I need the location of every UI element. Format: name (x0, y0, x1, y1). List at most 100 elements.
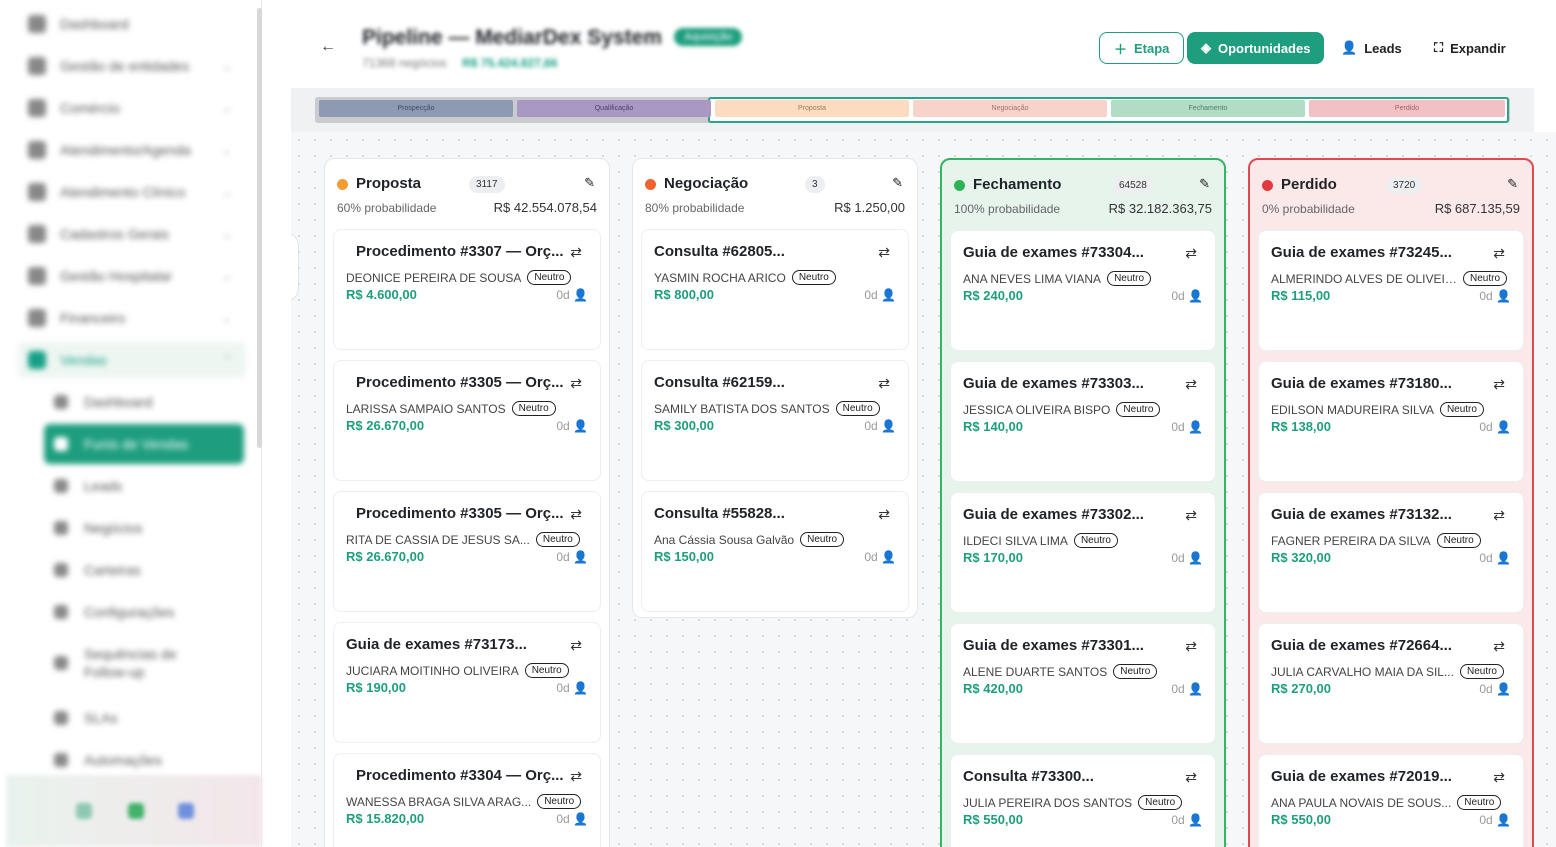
deal-card[interactable]: Procedimento #3305 — Orç... ⇄ LARISSA SAMP… (333, 360, 601, 481)
deal-card[interactable]: Guia de exames #73180... ⇄ EDILSON MADUREI… (1258, 361, 1524, 482)
user-icon: 👤 (1188, 551, 1203, 565)
move-stage-icon[interactable]: ⇄ (570, 375, 582, 392)
pipeline-badge: Aquisição (674, 28, 743, 46)
stage-chip-perdido[interactable]: Perdido (1309, 100, 1505, 117)
move-stage-icon[interactable]: ⇄ (878, 244, 890, 261)
sidebar-item-comercio[interactable]: Comércio ⌄ (18, 90, 246, 126)
deal-contact: Ana Cássia Sousa Galvão Neutro (654, 532, 845, 547)
move-stage-icon[interactable]: ⇄ (1493, 376, 1505, 393)
move-stage-icon[interactable]: ⇄ (1185, 245, 1197, 262)
stage-chip-prospeccao[interactable]: Prospecção (319, 100, 513, 117)
deal-title: Guia de exames #73303... (963, 375, 1144, 392)
sidebar-item-atendimento-agenda[interactable]: Atendimento/Agenda ⌄ (18, 132, 246, 168)
column-perdido[interactable]: Perdido 3720 ✎ 0% probabilidade R$ 687.135,5… (1248, 158, 1534, 847)
stage-minimap[interactable]: Prospecção Qualificação Proposta Negocia… (291, 88, 1534, 132)
stage-chip-fechamento[interactable]: Fechamento (1111, 100, 1305, 117)
column-total: R$ 42.554.078,54 (493, 200, 597, 215)
whatsapp-icon[interactable] (76, 803, 92, 819)
sidebar-item-gestao-entidades[interactable]: Gestão de entidades ⌄ (18, 48, 246, 84)
opportunities-button[interactable]: ◈ Oportunidades (1187, 32, 1325, 64)
sidebar-subitem-funis-de-vendas[interactable]: Funis de Vendas (44, 424, 244, 464)
user-icon: 👤 (1496, 551, 1511, 565)
sidebar-item-financeiro[interactable]: Financeiro ⌄ (18, 300, 246, 336)
sidebar-subitem-dashboard[interactable]: Dashboard (44, 384, 244, 420)
sidebar-subitem-slas[interactable]: SLAs (44, 700, 244, 736)
deal-contact: JUCIARA MOITINHO OLIVEIRA Neutro (346, 663, 569, 678)
deal-contact: ANA NEVES LIMA VIANA Neutro (963, 271, 1152, 286)
deal-card[interactable]: Procedimento #3304 — Orç... ⇄ WANESSA BRAG… (333, 753, 601, 847)
add-stage-button[interactable]: ＋ Etapa (1099, 32, 1185, 64)
back-arrow-icon[interactable]: ← (320, 38, 336, 56)
move-stage-icon[interactable]: ⇄ (570, 506, 582, 523)
move-stage-icon[interactable]: ⇄ (1185, 376, 1197, 393)
move-stage-icon[interactable]: ⇄ (1493, 769, 1505, 786)
deal-title: Guia de exames #73173... (346, 636, 527, 653)
stage-chip-qualificacao[interactable]: Qualificação (517, 100, 711, 117)
deal-title: Procedimento #3307 — Orç... (356, 243, 564, 260)
move-stage-icon[interactable]: ⇄ (1185, 638, 1197, 655)
deal-card[interactable]: Guia de exames #73173... ⇄ JUCIARA MOITINH… (333, 622, 601, 743)
sidebar-item-dashboard[interactable]: Dashboard (18, 6, 246, 42)
move-stage-icon[interactable]: ⇄ (570, 768, 582, 785)
move-stage-icon[interactable]: ⇄ (1493, 507, 1505, 524)
sidebar-item-gestao-hospitalar[interactable]: Gestão Hospitalar ⌄ (18, 258, 246, 294)
move-stage-icon[interactable]: ⇄ (570, 637, 582, 654)
move-stage-icon[interactable]: ⇄ (1493, 638, 1505, 655)
chat-icon[interactable] (128, 803, 144, 819)
deal-card[interactable]: Guia de exames #72664... ⇄ JULIA CARVALHO … (1258, 623, 1524, 744)
move-stage-icon[interactable]: ⇄ (570, 244, 582, 261)
sidebar-subitem-configuracoes[interactable]: Configurações (44, 594, 244, 630)
column-count-badge: 3720 (1386, 177, 1423, 194)
sidebar-subitem-carteiras[interactable]: Carteiras (44, 552, 244, 588)
deal-value: R$ 150,00 (654, 549, 714, 564)
deal-card[interactable]: Guia de exames #72019... ⇄ ANA PAULA NOVAI… (1258, 754, 1524, 847)
sidebar-item-atendimento-clinico[interactable]: Atendimento Clínico ⌄ (18, 174, 246, 210)
user-icon: 👤 (573, 812, 588, 826)
sentiment-tag: Neutro (527, 270, 572, 285)
leads-button[interactable]: 👤 Leads (1327, 32, 1416, 64)
deal-card[interactable]: Guia de exames #73245... ⇄ ALMERINDO ALVES… (1258, 230, 1524, 351)
deal-card[interactable]: Guia de exames #73301... ⇄ ALENE DUARTE SA… (950, 623, 1216, 744)
deal-card[interactable]: Consulta #73300... ⇄ JULIA PEREIRA DOS SAN… (950, 754, 1216, 847)
help-icon[interactable] (178, 803, 194, 819)
sidebar-subitem-negocios[interactable]: Negócios (44, 510, 244, 546)
deal-card[interactable]: Guia de exames #73302... ⇄ ILDECI SILVA LI… (950, 492, 1216, 613)
stage-chip-proposta[interactable]: Proposta (715, 100, 909, 117)
column-proposta[interactable]: Proposta 3117 ✎ 60% probabilidade R$ 42.554.… (324, 158, 610, 847)
sidebar-item-vendas[interactable]: Vendas ⌃ (18, 342, 246, 378)
pencil-icon[interactable]: ✎ (1199, 176, 1210, 192)
user-icon: 👤 (1188, 813, 1203, 827)
deal-age: 0d 👤 (1479, 682, 1511, 696)
deal-card[interactable]: Consulta #55828... ⇄ Ana Cássia Sousa Galv… (641, 491, 909, 612)
pencil-icon[interactable]: ✎ (1507, 176, 1518, 192)
move-stage-icon[interactable]: ⇄ (1493, 245, 1505, 262)
move-stage-icon[interactable]: ⇄ (1185, 769, 1197, 786)
sidebar-item-cadastros-gerais[interactable]: Cadastros Gerais ⌄ (18, 216, 246, 252)
kanban-board[interactable]: Proposta 3117 ✎ 60% probabilidade R$ 42.554.… (291, 132, 1556, 847)
deal-card[interactable]: Procedimento #3305 — Orç... ⇄ RITA DE CASS… (333, 491, 601, 612)
pencil-icon[interactable]: ✎ (892, 175, 903, 191)
deal-age: 0d 👤 (864, 288, 896, 302)
column-negociacao[interactable]: Negociação 3 ✎ 80% probabilidade R$ 1.250,00… (632, 158, 918, 618)
hospital-icon (28, 267, 46, 285)
deal-card[interactable]: Consulta #62159... ⇄ SAMILY BATISTA DOS SA… (641, 360, 909, 481)
contact-name: ANA PAULA NOVAIS DE SOUS... (1271, 795, 1452, 810)
deal-card[interactable]: Guia de exames #73132... ⇄ FAGNER PEREIRA … (1258, 492, 1524, 613)
column-fechamento[interactable]: Fechamento 64528 ✎ 100% probabilidade R$ 32.… (940, 158, 1226, 847)
deal-card[interactable]: Procedimento #3307 — Orç... ⇄ DEONICE PERE… (333, 229, 601, 350)
sidebar-subitem-sequencias[interactable]: Sequências de Follow-up (44, 640, 244, 686)
stage-chip-negociacao[interactable]: Negociação (913, 100, 1107, 117)
move-stage-icon[interactable]: ⇄ (878, 375, 890, 392)
sentiment-tag: Neutro (791, 270, 836, 285)
deal-age: 0d 👤 (1479, 813, 1511, 827)
deal-card[interactable]: Guia de exames #73303... ⇄ JESSICA OLIVEIR… (950, 361, 1216, 482)
deal-card[interactable]: Consulta #62805... ⇄ YASMIN ROCHA ARICO Neu… (641, 229, 909, 350)
sentiment-tag: Neutro (511, 401, 556, 416)
move-stage-icon[interactable]: ⇄ (878, 506, 890, 523)
sidebar-subitem-automacoes[interactable]: Automações (44, 742, 244, 778)
deal-card[interactable]: Guia de exames #73304... ⇄ ANA NEVES LIMA … (950, 230, 1216, 351)
sidebar-subitem-leads[interactable]: Leads (44, 468, 244, 504)
pencil-icon[interactable]: ✎ (584, 175, 595, 191)
expand-button[interactable]: ⛶ Expandir (1420, 32, 1520, 64)
move-stage-icon[interactable]: ⇄ (1185, 507, 1197, 524)
